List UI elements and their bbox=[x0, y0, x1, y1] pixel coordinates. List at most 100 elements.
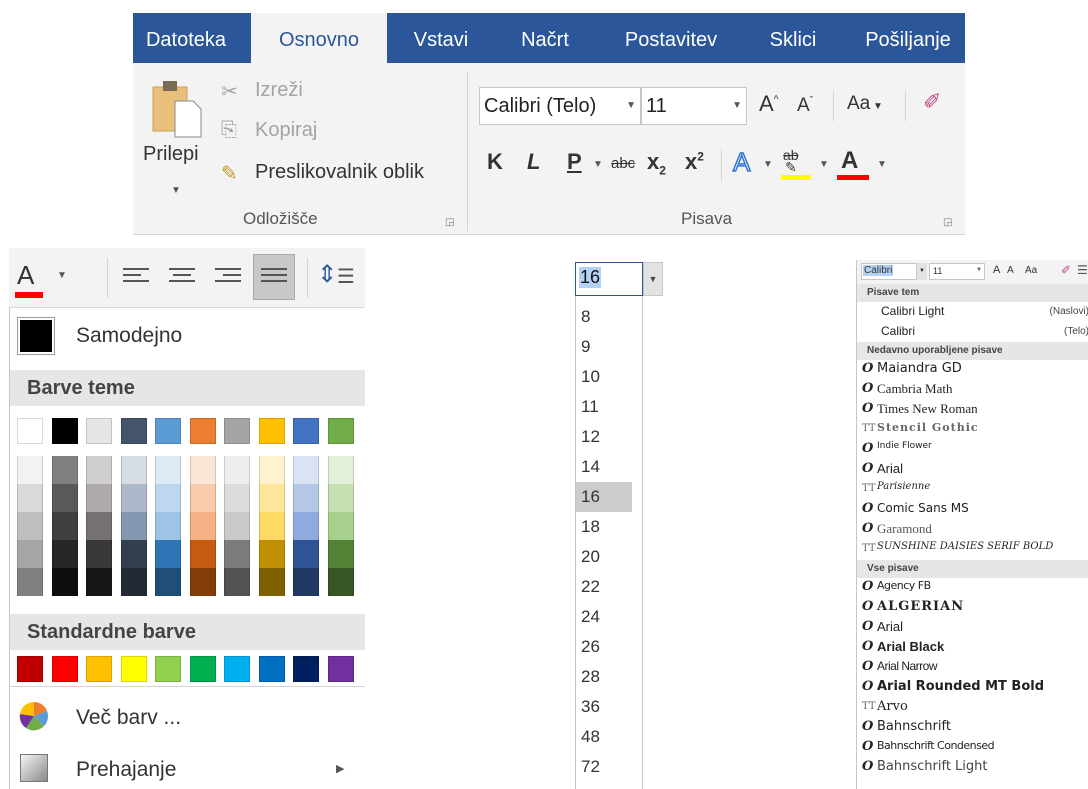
font-option[interactable]: O Bahnschrift Light bbox=[857, 758, 1088, 778]
font-option[interactable]: O ALGERIAN bbox=[857, 598, 1088, 618]
font-size-option[interactable]: 14 bbox=[576, 452, 632, 482]
font-option[interactable]: TT Parisienne bbox=[857, 480, 1088, 500]
strikethrough-button[interactable]: abc bbox=[611, 155, 635, 172]
theme-shade-swatch[interactable] bbox=[17, 540, 43, 568]
bold-button[interactable]: K bbox=[487, 149, 503, 175]
font-color-button[interactable]: A bbox=[837, 147, 869, 181]
theme-shade-swatch[interactable] bbox=[189, 540, 216, 568]
theme-shade-swatch[interactable] bbox=[224, 568, 250, 596]
font-size-option[interactable]: 26 bbox=[576, 632, 632, 662]
theme-shade-swatch[interactable] bbox=[120, 484, 147, 512]
theme-shade-swatch[interactable] bbox=[51, 540, 78, 568]
theme-shade-swatch[interactable] bbox=[51, 512, 78, 540]
font-size-input[interactable]: 11 ▼ bbox=[929, 263, 985, 280]
theme-shade-swatch[interactable] bbox=[224, 456, 250, 484]
font-size-input[interactable]: 16 bbox=[575, 262, 643, 296]
theme-shade-swatch[interactable] bbox=[258, 484, 285, 512]
font-size-option[interactable]: 11 bbox=[576, 392, 632, 422]
theme-shade-swatch[interactable] bbox=[17, 484, 43, 512]
standard-color-swatch[interactable] bbox=[86, 656, 112, 682]
theme-color-swatch[interactable] bbox=[258, 418, 285, 444]
font-option[interactable]: O Times New Roman bbox=[857, 400, 1088, 420]
font-size-option[interactable]: 9 bbox=[576, 332, 632, 362]
font-option[interactable]: O Arial bbox=[857, 460, 1088, 480]
theme-font-option[interactable]: Calibri Light (Naslovi) bbox=[857, 302, 1088, 322]
theme-shade-swatch[interactable] bbox=[155, 484, 181, 512]
theme-shade-swatch[interactable] bbox=[120, 512, 147, 540]
bullet-list-icon[interactable]: ☰ bbox=[1077, 263, 1088, 277]
superscript-button[interactable]: x2 bbox=[685, 149, 704, 175]
theme-color-swatch[interactable] bbox=[86, 418, 112, 444]
paste-button[interactable]: Prilepi ▼ bbox=[139, 71, 209, 205]
theme-shade-swatch[interactable] bbox=[258, 512, 285, 540]
theme-shade-swatch[interactable] bbox=[258, 456, 285, 484]
theme-shade-swatch[interactable] bbox=[224, 484, 250, 512]
highlight-dropdown-icon[interactable]: ▼ bbox=[819, 159, 829, 170]
font-option[interactable]: TT Stencil Gothic bbox=[857, 420, 1088, 440]
theme-shade-swatch[interactable] bbox=[327, 540, 354, 568]
theme-shade-swatch[interactable] bbox=[293, 568, 319, 596]
font-size-option[interactable]: 28 bbox=[576, 662, 632, 692]
font-option[interactable]: O Arial Narrow bbox=[857, 658, 1088, 678]
theme-color-swatch[interactable] bbox=[224, 418, 250, 444]
standard-color-swatch[interactable] bbox=[51, 656, 78, 682]
font-option[interactable]: O Indie Flower bbox=[857, 440, 1088, 460]
paste-dropdown-icon[interactable]: ▼ bbox=[171, 185, 181, 196]
font-size-option[interactable]: 22 bbox=[576, 572, 632, 602]
theme-shade-swatch[interactable] bbox=[155, 456, 181, 484]
tab-sklici[interactable]: Sklici bbox=[753, 13, 833, 63]
theme-shade-swatch[interactable] bbox=[189, 512, 216, 540]
theme-color-swatch[interactable] bbox=[293, 418, 319, 444]
theme-shade-swatch[interactable] bbox=[51, 568, 78, 596]
theme-shade-swatch[interactable] bbox=[224, 512, 250, 540]
font-option[interactable]: O Arial Black bbox=[857, 638, 1088, 658]
align-center-icon[interactable] bbox=[169, 268, 197, 288]
theme-shade-swatch[interactable] bbox=[258, 540, 285, 568]
font-color-dropdown-icon[interactable]: ▼ bbox=[877, 159, 887, 170]
tab-vstavi[interactable]: Vstavi bbox=[397, 13, 485, 63]
theme-shade-swatch[interactable] bbox=[120, 568, 147, 596]
theme-shade-swatch[interactable] bbox=[51, 484, 78, 512]
font-size-option[interactable]: 24 bbox=[576, 602, 632, 632]
standard-color-swatch[interactable] bbox=[293, 656, 319, 682]
font-size-option[interactable]: 12 bbox=[576, 422, 632, 452]
font-size-option[interactable]: 48 bbox=[576, 722, 632, 752]
underline-dropdown-icon[interactable]: ▼ bbox=[593, 159, 603, 170]
underline-button[interactable]: P bbox=[567, 149, 582, 175]
font-option[interactable]: O Agency FB bbox=[857, 578, 1088, 598]
font-name-combo[interactable]: Calibri (Telo) ▼ bbox=[479, 87, 641, 125]
theme-shade-swatch[interactable] bbox=[327, 484, 354, 512]
chevron-down-icon[interactable]: ▼ bbox=[917, 263, 927, 280]
theme-color-swatch[interactable] bbox=[51, 418, 78, 444]
standard-color-swatch[interactable] bbox=[327, 656, 354, 682]
theme-color-swatch[interactable] bbox=[189, 418, 216, 444]
font-size-option[interactable]: 72 bbox=[576, 752, 632, 782]
theme-color-swatch[interactable] bbox=[327, 418, 354, 444]
clear-formatting-icon[interactable]: ✐ bbox=[1061, 263, 1071, 277]
text-effects-button[interactable]: A bbox=[732, 146, 751, 178]
theme-shade-swatch[interactable] bbox=[327, 456, 354, 484]
text-effects-dropdown-icon[interactable]: ▼ bbox=[763, 159, 773, 170]
grow-font-button[interactable]: A bbox=[993, 264, 1000, 276]
font-option[interactable]: O Bahnschrift bbox=[857, 718, 1088, 738]
copy-button[interactable]: ⎘ Kopiraj bbox=[221, 119, 371, 147]
font-option[interactable]: O Comic Sans MS bbox=[857, 500, 1088, 520]
grow-font-button[interactable]: A^ bbox=[759, 91, 778, 117]
theme-shade-swatch[interactable] bbox=[86, 568, 112, 596]
theme-shade-swatch[interactable] bbox=[17, 568, 43, 596]
change-case-button[interactable]: Aa ▼ bbox=[847, 93, 883, 115]
theme-shade-swatch[interactable] bbox=[155, 540, 181, 568]
shrink-font-button[interactable]: Aˇ bbox=[797, 95, 813, 117]
more-colors-item[interactable]: Več barv ... bbox=[10, 696, 365, 740]
font-size-option[interactable]: 18 bbox=[576, 512, 632, 542]
theme-color-swatch[interactable] bbox=[155, 418, 181, 444]
font-size-option[interactable]: 20 bbox=[576, 542, 632, 572]
standard-color-swatch[interactable] bbox=[17, 656, 43, 682]
subscript-button[interactable]: x2 bbox=[647, 149, 666, 177]
font-option[interactable]: O Arial bbox=[857, 618, 1088, 638]
chevron-down-icon[interactable]: ▼ bbox=[643, 262, 663, 296]
italic-button[interactable]: L bbox=[527, 149, 540, 175]
font-option[interactable]: TT Arvo bbox=[857, 698, 1088, 718]
font-size-option[interactable]: 36 bbox=[576, 692, 632, 722]
highlight-button[interactable]: ab ✎ bbox=[781, 147, 813, 181]
